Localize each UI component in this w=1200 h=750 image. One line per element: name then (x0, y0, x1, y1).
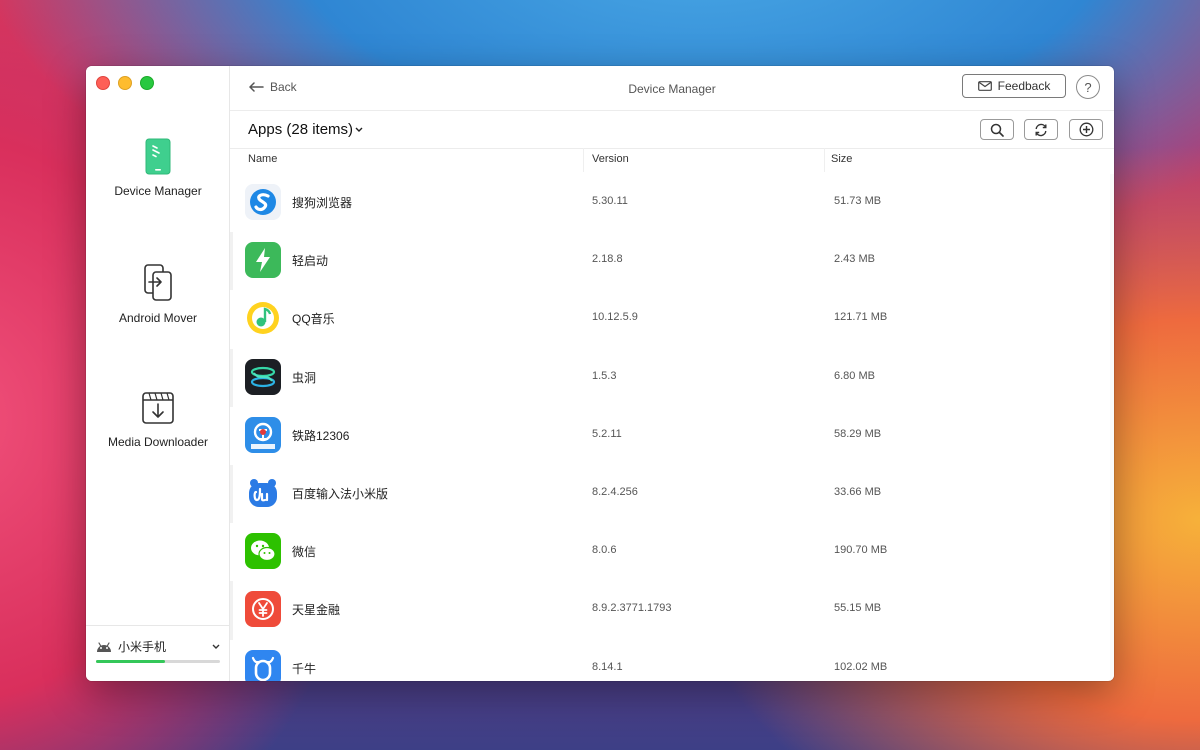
app-name: 百度输入法小米版 (292, 486, 389, 501)
plus-circle-icon (1079, 122, 1093, 137)
wormhole-icon (245, 358, 281, 395)
app-name: 微信 (292, 545, 317, 560)
scrollbar-track[interactable] (1110, 174, 1114, 681)
app-version: 8.2.4.256 (592, 485, 638, 498)
sogou-browser-icon (245, 184, 281, 220)
sidebar: Device Manager Android Mover Media Downl… (86, 66, 230, 681)
yuan-icon (245, 591, 281, 628)
table-row[interactable]: 百度输入法小米版 8.2.4.256 33.66 MB (230, 464, 1114, 524)
wechat-icon (245, 533, 281, 570)
app-version: 8.0.6 (592, 544, 617, 557)
column-header-size[interactable]: Size (831, 153, 852, 165)
sidebar-item-device-manager[interactable]: Device Manager (86, 138, 230, 198)
app-name: 铁路12306 (292, 428, 350, 443)
list-title: Apps (28 items) (248, 121, 354, 138)
main-panel: Back Device Manager Feedback ? Apps (28 … (230, 66, 1114, 681)
app-version: 8.9.2.3771.1793 (592, 602, 672, 615)
phone-icon (145, 138, 171, 175)
help-button[interactable]: ? (1076, 75, 1100, 99)
app-list: 搜狗浏览器 5.30.11 51.73 MB 轻启动 2.18.8 2.43 M… (230, 174, 1114, 681)
app-version: 5.30.11 (592, 195, 628, 207)
app-size: 58.29 MB (834, 427, 882, 440)
storage-progress-bar (96, 660, 220, 663)
sidebar-item-android-mover[interactable]: Android Mover (86, 263, 230, 325)
table-row[interactable]: 搜狗浏览器 5.30.11 51.73 MB (230, 174, 1114, 232)
list-header: Apps (28 items) (230, 110, 1114, 149)
device-name: 小米手机 (118, 640, 167, 654)
qianniu-icon (245, 649, 281, 681)
column-header-name[interactable]: Name (248, 153, 277, 165)
feedback-button[interactable]: Feedback (962, 74, 1066, 98)
download-icon (142, 392, 174, 424)
table-row[interactable]: 千牛 8.14.1 102.02 MB (230, 640, 1114, 681)
feedback-label: Feedback (997, 79, 1051, 93)
search-button[interactable] (980, 119, 1014, 140)
top-bar: Back Device Manager Feedback ? (230, 66, 1114, 111)
table-row[interactable]: 微信 8.0.6 190.70 MB (230, 523, 1114, 581)
table-row[interactable]: 虫洞 1.5.3 6.80 MB (230, 348, 1114, 407)
category-dropdown[interactable]: Apps (28 items) (248, 121, 363, 138)
app-version: 2.18.8 (592, 253, 623, 266)
transfer-icon (144, 264, 172, 301)
sidebar-item-label: Media Downloader (107, 435, 209, 449)
app-size: 190.70 MB (834, 544, 888, 557)
column-divider (583, 148, 584, 172)
app-window: Device Manager Android Mover Media Downl… (86, 66, 1114, 681)
refresh-button[interactable] (1024, 119, 1058, 140)
app-size: 121.71 MB (834, 311, 888, 324)
app-name: 虫洞 (292, 370, 317, 385)
close-window-button[interactable] (96, 76, 110, 90)
sidebar-item-label: Device Manager (114, 184, 202, 198)
app-size: 55.15 MB (834, 602, 882, 615)
table-row[interactable]: 天星金融 8.9.2.3771.1793 55.15 MB (230, 581, 1114, 640)
chevron-down-icon (355, 127, 363, 132)
app-size: 6.80 MB (834, 369, 875, 382)
app-name: 搜狗浏览器 (292, 196, 353, 210)
app-size: 102.02 MB (834, 660, 888, 673)
railway-icon (245, 416, 281, 453)
app-size: 33.66 MB (834, 485, 882, 498)
table-row[interactable]: 铁路12306 5.2.11 58.29 MB (230, 407, 1114, 465)
device-selector[interactable]: 小米手机 (86, 625, 230, 681)
app-name: 轻启动 (292, 254, 329, 269)
search-icon (990, 123, 1004, 137)
app-version: 1.5.3 (592, 369, 617, 382)
refresh-icon (1035, 123, 1047, 136)
qq-music-icon (245, 300, 281, 337)
app-name: 天星金融 (292, 603, 341, 618)
baidu-input-icon (245, 474, 281, 511)
column-divider (824, 148, 825, 172)
app-version: 8.14.1 (592, 660, 623, 673)
chevron-down-icon[interactable] (212, 644, 220, 650)
app-size: 51.73 MB (834, 195, 882, 207)
app-name: 千牛 (292, 661, 317, 676)
zoom-window-button[interactable] (140, 76, 154, 90)
window-controls (96, 76, 154, 90)
app-version: 10.12.5.9 (592, 311, 638, 324)
minimize-window-button[interactable] (118, 76, 132, 90)
android-icon (97, 641, 111, 652)
column-header-version[interactable]: Version (592, 153, 629, 165)
storage-progress-fill (96, 660, 166, 663)
table-row[interactable]: QQ音乐 10.12.5.9 121.71 MB (230, 290, 1114, 348)
sidebar-item-label: Android Mover (118, 311, 198, 325)
sidebar-item-media-downloader[interactable]: Media Downloader (86, 391, 230, 449)
mail-icon (977, 81, 992, 91)
table-header: Name Version Size (230, 148, 1114, 174)
device-row: 小米手机 (96, 638, 220, 655)
app-size: 2.43 MB (834, 253, 875, 266)
lightning-icon (245, 242, 281, 279)
app-version: 5.2.11 (592, 427, 622, 440)
add-button[interactable] (1069, 119, 1103, 140)
app-name: QQ音乐 (292, 312, 335, 327)
table-row[interactable]: 轻启动 2.18.8 2.43 MB (230, 232, 1114, 291)
